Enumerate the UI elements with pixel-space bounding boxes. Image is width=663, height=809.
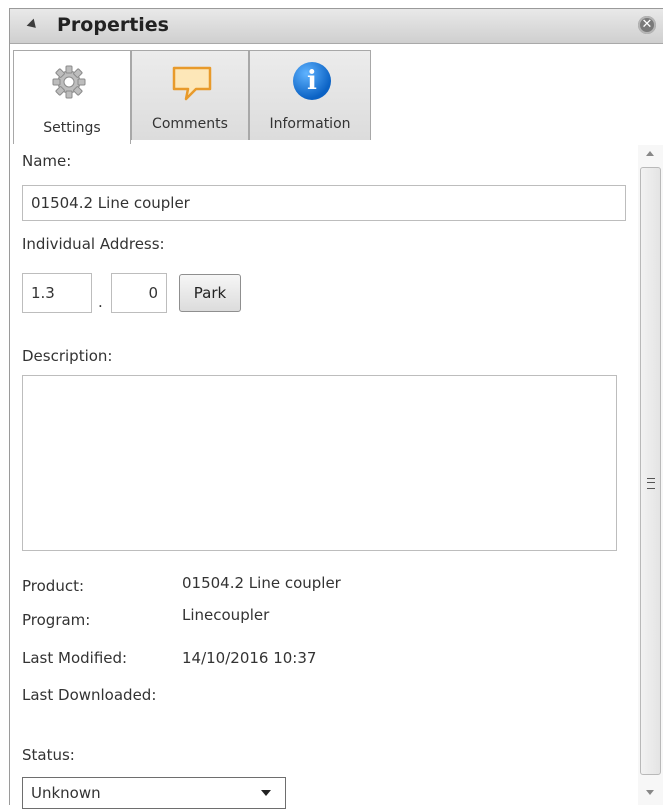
tab-comments-label: Comments	[152, 116, 228, 132]
address-separator: .	[98, 293, 103, 311]
individual-address-label: Individual Address:	[22, 235, 165, 253]
address-area-line-field[interactable]: 1.3	[22, 273, 92, 313]
last-modified-label: Last Modified:	[22, 649, 128, 667]
product-label: Product:	[22, 577, 85, 595]
vertical-scrollbar[interactable]	[638, 145, 663, 805]
tab-information-label: Information	[269, 116, 351, 132]
collapse-arrow-icon[interactable]	[26, 18, 40, 32]
tab-comments[interactable]: Comments	[131, 50, 249, 140]
comment-icon	[172, 66, 212, 101]
tab-strip: Settings Comments i Information	[10, 44, 663, 144]
properties-panel: Properties ✕ Settings Comments i Informa…	[9, 8, 663, 809]
tab-information[interactable]: i Information	[249, 50, 371, 140]
address-device-field[interactable]: 0	[111, 273, 167, 313]
last-downloaded-label: Last Downloaded:	[22, 686, 157, 704]
scrollbar-grip-icon	[647, 478, 655, 489]
program-value: Linecoupler	[182, 606, 270, 624]
description-label: Description:	[22, 347, 113, 365]
description-field[interactable]	[22, 375, 617, 551]
status-dropdown[interactable]: Unknown	[22, 777, 286, 809]
tab-settings[interactable]: Settings	[13, 50, 131, 144]
panel-title: Properties	[57, 14, 169, 36]
scroll-down-arrow-icon[interactable]	[646, 790, 654, 795]
product-value: 01504.2 Line coupler	[182, 574, 341, 592]
close-icon[interactable]: ✕	[638, 16, 656, 34]
chevron-down-icon	[261, 790, 271, 796]
scrollbar-thumb[interactable]	[640, 167, 661, 775]
scroll-up-arrow-icon[interactable]	[646, 151, 654, 156]
panel-titlebar: Properties ✕	[10, 9, 663, 44]
status-dropdown-value: Unknown	[31, 784, 101, 802]
program-label: Program:	[22, 611, 91, 629]
name-label: Name:	[22, 152, 72, 170]
status-label: Status:	[22, 746, 75, 764]
settings-content: Name: 01504.2 Line coupler Individual Ad…	[10, 145, 635, 809]
gear-icon	[52, 65, 86, 99]
tab-settings-label: Settings	[43, 120, 101, 136]
last-modified-value: 14/10/2016 10:37	[182, 649, 317, 667]
park-button[interactable]: Park	[179, 274, 241, 312]
name-field[interactable]: 01504.2 Line coupler	[22, 185, 626, 221]
info-icon: i	[293, 62, 331, 100]
